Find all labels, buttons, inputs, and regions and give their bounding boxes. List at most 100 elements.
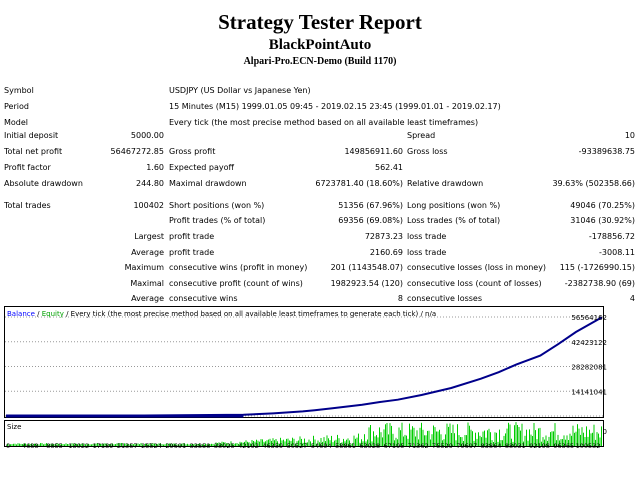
- total-trades-label: Total trades: [4, 201, 51, 210]
- size-bar: [11, 444, 13, 446]
- size-bar: [428, 430, 430, 446]
- expected-payoff-label: Expected payoff: [169, 163, 234, 172]
- size-bar: [404, 434, 406, 446]
- size-bar: [283, 439, 284, 446]
- gross-profit-label: Gross profit: [169, 147, 216, 156]
- avg-consec-wins-label: consecutive wins: [169, 294, 238, 303]
- avg-consec-losses-value: 4: [629, 294, 635, 303]
- avg-consec-losses-label: consecutive losses: [407, 294, 483, 303]
- legend-equity: Equity: [41, 310, 64, 318]
- initial-deposit-label: Initial deposit: [4, 131, 59, 140]
- absolute-drawdown-value: 244.80: [136, 179, 164, 188]
- profit-trades-label: Profit trades (% of total): [169, 216, 266, 225]
- max-consec-wins-value: 201 (1143548.07): [330, 263, 403, 272]
- model-value: Every tick (the most precise method base…: [169, 118, 479, 127]
- maximum-label: Maximum: [124, 263, 164, 272]
- size-bar: [550, 432, 551, 446]
- x-tick-label: 88031: [505, 442, 526, 449]
- avg-consec-wins-value: 8: [397, 294, 403, 303]
- size-bar: [211, 443, 212, 446]
- average-consec-label: Average: [131, 294, 164, 303]
- x-tick-label: 75529: [432, 442, 453, 449]
- size-bar: [16, 444, 17, 446]
- main-plot-frame: [4, 306, 604, 418]
- size-bar: [163, 444, 164, 446]
- legend-rest: / Every tick (the most precise method ba…: [63, 310, 437, 318]
- size-bar: [332, 442, 334, 446]
- long-positions-value: 49046 (70.25%): [570, 201, 635, 210]
- average-profit-label: profit trade: [169, 248, 215, 257]
- gross-loss-value: -93389638.75: [578, 147, 635, 156]
- size-bar: [43, 444, 44, 446]
- size-bar: [14, 443, 16, 446]
- x-tick-label: 8855: [46, 442, 63, 449]
- short-positions-label: Short positions (won %): [169, 201, 265, 210]
- size-bar: [454, 433, 455, 446]
- period-label: Period: [4, 102, 29, 111]
- size-bar: [187, 443, 188, 446]
- x-tick-label: 38025: [214, 442, 235, 449]
- max-consec-losses-label: consecutive losses (loss in money): [407, 263, 547, 272]
- y-tick-label: 14141041: [571, 388, 607, 396]
- x-tick-label: 33858: [190, 442, 211, 449]
- size-bar: [430, 439, 431, 446]
- x-axis-ticks: 0 4688 8855 13022 17189 21357 25524 29691 33858 3…: [6, 442, 600, 449]
- spread-value: 10: [624, 131, 635, 140]
- x-tick-label: 25524: [141, 442, 162, 449]
- gross-profit-value: 149856911.60: [344, 147, 403, 156]
- size-bar: [89, 444, 91, 446]
- symbol-label: Symbol: [4, 86, 34, 95]
- balance-chart-svg: 56564162 42423122 28282081 14141041 0 0 4688 8…: [4, 306, 607, 449]
- max-consec-losses-value: 115 (-1726990.15): [559, 263, 635, 272]
- largest-loss-value: -178856.72: [588, 232, 635, 241]
- size-bar: [139, 444, 140, 446]
- total-net-profit-label: Total net profit: [4, 147, 63, 156]
- maximal-consec-loss-value: -2382738.90 (69): [564, 279, 635, 288]
- legend-balance: Balance: [7, 310, 35, 318]
- x-tick-label: 100532: [576, 442, 601, 449]
- maximal-drawdown-label: Maximal drawdown: [169, 179, 247, 188]
- size-bar: [65, 443, 67, 446]
- average-loss-label: loss trade: [407, 248, 447, 257]
- maximal-consec-profit-value: 1982923.54 (120): [330, 279, 403, 288]
- absolute-drawdown-label: Absolute drawdown: [4, 179, 83, 188]
- y-tick-label: 0: [603, 428, 607, 436]
- average-label: Average: [131, 248, 164, 257]
- size-label: Size: [7, 423, 22, 431]
- size-bar: [260, 439, 262, 446]
- long-positions-label: Long positions (won %): [407, 201, 501, 210]
- x-tick-label: 54694: [311, 442, 332, 449]
- average-profit-value: 2160.69: [369, 248, 403, 257]
- x-tick-label: 13022: [68, 442, 89, 449]
- profit-trades-value: 69356 (69.08%): [338, 216, 403, 225]
- expected-payoff-value: 562.41: [375, 163, 403, 172]
- max-consec-wins-label: consecutive wins (profit in money): [169, 263, 308, 272]
- x-tick-label: 63028: [359, 442, 380, 449]
- gross-loss-label: Gross loss: [407, 147, 448, 156]
- size-bar: [259, 441, 260, 446]
- x-tick-label: 92198: [529, 442, 550, 449]
- x-tick-label: 21357: [117, 442, 138, 449]
- maximal-label: Maximal: [130, 279, 164, 288]
- largest-profit-label: profit trade: [169, 232, 215, 241]
- x-tick-label: 67195: [384, 442, 405, 449]
- total-trades-value: 100402: [133, 201, 164, 210]
- size-bar: [526, 429, 527, 446]
- size-bar: [284, 441, 286, 446]
- size-bar: [17, 443, 19, 446]
- x-tick-label: 29691: [165, 442, 186, 449]
- size-bar: [235, 443, 236, 446]
- largest-loss-label: loss trade: [407, 232, 447, 241]
- size-bar: [19, 443, 20, 446]
- x-tick-label: 58861: [335, 442, 356, 449]
- expert-name: BlackPointAuto: [268, 37, 372, 53]
- profit-factor-value: 1.60: [146, 163, 164, 172]
- size-bar: [380, 432, 382, 446]
- x-tick-label: 83864: [481, 442, 502, 449]
- x-tick-label: 4688: [22, 442, 39, 449]
- x-tick-label: 46359: [262, 442, 283, 449]
- x-tick-label: 42192: [238, 442, 259, 449]
- largest-label: Largest: [134, 232, 164, 241]
- report-title: Strategy Tester Report: [218, 10, 422, 34]
- y-tick-label: 56564162: [571, 314, 607, 322]
